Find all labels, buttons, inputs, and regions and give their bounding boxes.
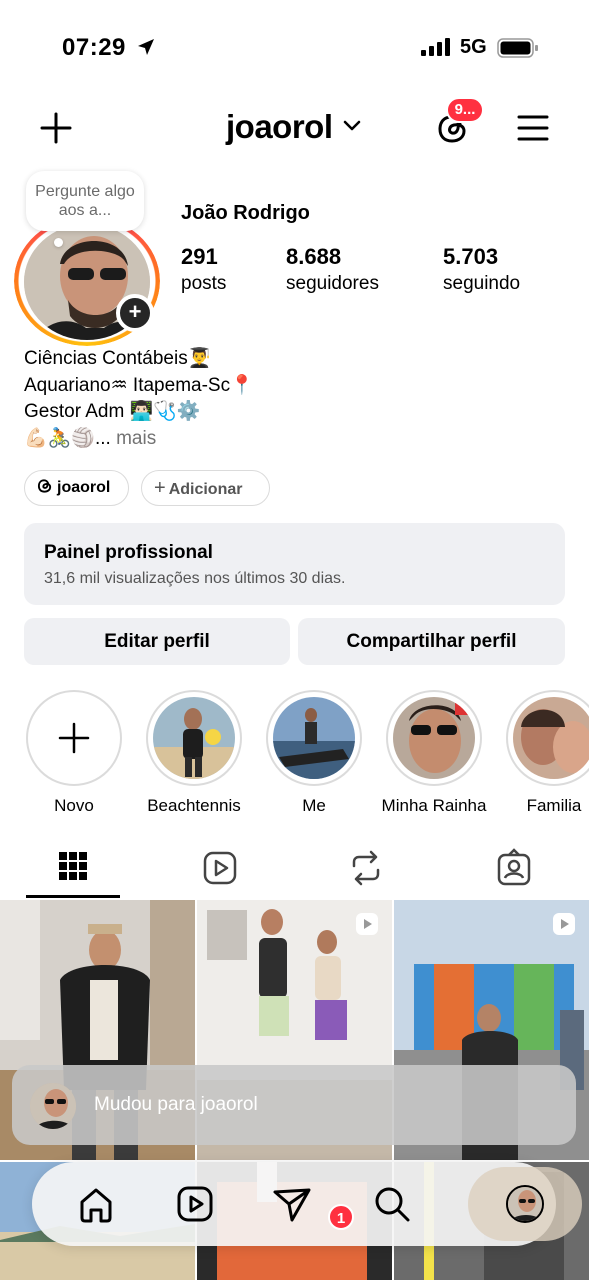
bio: Ciências Contábeis👨‍🎓 Aquariano♒ Itapema… <box>24 346 254 452</box>
network-type: 5G <box>460 36 487 58</box>
highlight-me[interactable]: Me <box>259 690 369 816</box>
highlight-cover <box>153 697 235 779</box>
stat-label: posts <box>181 273 227 294</box>
reels-tab-icon[interactable] <box>200 848 240 888</box>
stat-label: seguidores <box>286 273 379 294</box>
highlight-familia[interactable]: Familia <box>499 690 589 816</box>
highlight-cover <box>513 697 589 779</box>
reel-icon <box>553 913 575 935</box>
clock: 07:29 <box>62 34 126 61</box>
messages-badge: 1 <box>328 1204 354 1230</box>
highlight-label: Familia <box>526 796 582 815</box>
stat-value: 291 <box>181 244 218 269</box>
grid-tab-icon[interactable] <box>53 848 93 888</box>
bio-line: 💪🏻🚴🏐... <box>24 427 111 449</box>
home-icon[interactable] <box>74 1182 118 1226</box>
add-link-label: Adicionar <box>168 481 243 498</box>
signal-icon <box>421 38 450 56</box>
menu-icon[interactable] <box>516 112 550 144</box>
highlight-circle <box>386 690 482 786</box>
highlight-circle <box>26 690 122 786</box>
highlight-new[interactable]: Novo <box>19 690 129 816</box>
plus-icon: + <box>154 477 166 499</box>
plus-icon <box>33 697 115 779</box>
note-bubble-tail <box>54 238 63 247</box>
stat-label: seguindo <box>443 273 521 294</box>
highlight-cover <box>273 697 355 779</box>
highlight-cover <box>393 697 475 779</box>
dashboard-subtitle: 31,6 mil visualizações nos últimos 30 di… <box>44 570 346 587</box>
highlight-label: Novo <box>54 796 94 815</box>
dashboard-title: Painel profissional <box>44 542 213 563</box>
highlight-label: Minha Rainha <box>381 796 487 815</box>
profile-tab[interactable] <box>468 1167 582 1241</box>
stat-followers[interactable]: 8.688 seguidores <box>286 244 379 295</box>
chevron-down-icon[interactable] <box>343 120 361 132</box>
threads-notification-badge: 9... <box>446 97 484 123</box>
highlight-circle <box>146 690 242 786</box>
highlight-label: Me <box>302 796 326 815</box>
avatar <box>30 1083 76 1129</box>
profile-note-bubble[interactable]: Pergunte algo aos a... <box>26 171 144 231</box>
reel-icon <box>356 913 378 935</box>
bio-line-last: 💪🏻🚴🏐... mais <box>24 426 254 453</box>
profile-avatar[interactable]: + <box>14 212 160 346</box>
profile-tab-avatar <box>506 1185 544 1223</box>
location-arrow-icon <box>138 39 154 55</box>
tagged-tab-icon[interactable] <box>494 848 534 888</box>
bio-line: Aquariano♒ Itapema-Sc📍 <box>24 374 254 396</box>
profile-header: joaorol 9... <box>0 97 589 156</box>
battery-icon <box>497 38 538 58</box>
threads-chip-label: joaorol <box>57 479 111 496</box>
account-switched-toast: Mudou para joaorol <box>12 1065 576 1145</box>
reels-icon[interactable] <box>173 1182 217 1226</box>
bio-line: Ciências Contábeis👨‍🎓 <box>24 348 212 369</box>
threads-chip[interactable]: joaorol <box>24 470 129 506</box>
stat-following[interactable]: 5.703 seguindo <box>443 244 520 295</box>
username-switcher[interactable]: joaorol <box>226 108 333 146</box>
share-profile-button[interactable]: Compartilhar perfil <box>298 618 565 665</box>
direct-messages-icon[interactable] <box>270 1182 314 1226</box>
stat-posts[interactable]: 291 posts <box>181 244 226 295</box>
highlight-minha-rainha[interactable]: Minha Rainha <box>379 690 489 816</box>
reposts-tab-icon[interactable] <box>346 848 386 888</box>
highlight-circle <box>506 690 589 786</box>
bottom-navigation: 1 <box>32 1162 582 1246</box>
highlight-beachtennis[interactable]: Beachtennis <box>139 690 249 816</box>
threads-icon <box>37 479 52 493</box>
active-tab-indicator <box>26 895 120 898</box>
search-icon[interactable] <box>370 1182 414 1226</box>
highlight-label: Beachtennis <box>147 796 241 815</box>
edit-profile-button[interactable]: Editar perfil <box>24 618 290 665</box>
bio-line: Gestor Adm 👨🏻‍💻🩺⚙️ <box>24 401 201 422</box>
toast-message: Mudou para joaorol <box>94 1094 258 1115</box>
status-bar: 07:29 5G <box>0 0 589 90</box>
create-plus-icon[interactable] <box>38 110 74 146</box>
stat-value: 5.703 <box>443 244 499 269</box>
stat-value: 8.688 <box>286 244 342 269</box>
highlight-circle <box>266 690 362 786</box>
display-name: João Rodrigo <box>181 202 310 224</box>
add-link-chip[interactable]: + Adicionar <box>141 470 270 506</box>
bio-more-link[interactable]: mais <box>116 428 156 449</box>
professional-dashboard[interactable]: Painel profissional 31,6 mil visualizaçõ… <box>24 523 565 605</box>
add-story-button[interactable]: + <box>116 294 154 332</box>
